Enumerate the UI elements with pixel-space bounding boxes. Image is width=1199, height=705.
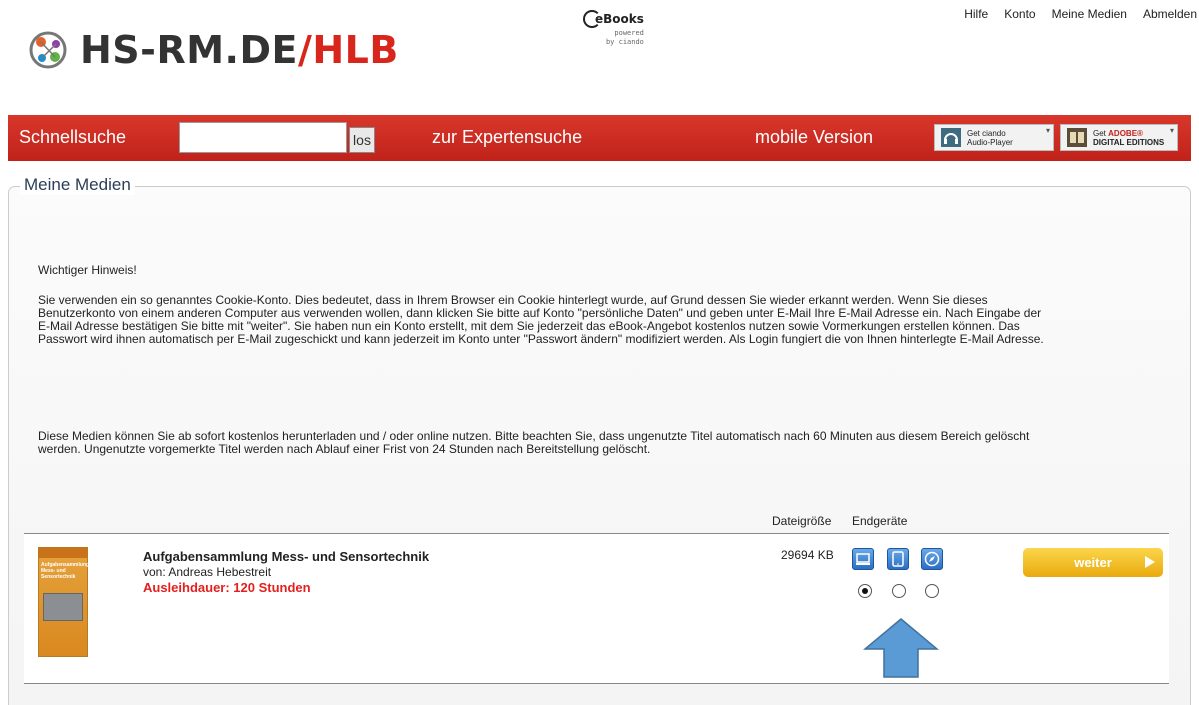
browser-icon [924, 551, 940, 567]
link-konto[interactable]: Konto [1004, 7, 1035, 21]
weiter-button[interactable]: weiter [1023, 548, 1163, 577]
cover-image [43, 593, 83, 621]
book-author: von: Andreas Hebestreit [143, 565, 272, 579]
tablet-icon [892, 551, 904, 567]
play-arrow-icon [1145, 556, 1155, 568]
computer-icon [856, 553, 870, 565]
expert-search-link[interactable]: zur Expertensuche [432, 127, 582, 148]
up-arrow-icon [863, 618, 939, 678]
panel-legend: Meine Medien [20, 175, 135, 195]
link-meine-medien[interactable]: Meine Medien [1052, 7, 1127, 21]
book-cover[interactable]: Aufgabensammlung Mess- und Sensortechnik [38, 547, 90, 657]
col-filesize-header: Dateigröße [772, 514, 832, 528]
badge-pin-icon: ▾ [1169, 126, 1174, 135]
network-logo-icon [29, 31, 67, 69]
file-size: 29694 KB [781, 548, 834, 562]
book-icon [1067, 128, 1087, 147]
logo-slash: / [297, 28, 313, 72]
audio-badge-text: Get ciando Audio-Player [967, 128, 1013, 147]
weiter-label: weiter [1074, 555, 1112, 570]
ebooks-logo: eBooks powered by ciando [583, 10, 644, 46]
cover-band [39, 548, 87, 558]
device-tablet-button[interactable] [887, 548, 909, 570]
book-title[interactable]: Aufgabensammlung Mess- und Sensortechnik [143, 549, 429, 564]
device-computer-radio[interactable] [858, 584, 872, 598]
adobe-badge-text: Get ADOBE® DIGITAL EDITIONS [1093, 128, 1165, 147]
badge-pin-icon: ▾ [1045, 126, 1050, 135]
search-button[interactable]: los [349, 127, 375, 153]
search-bar: Schnellsuche los zur Expertensuche mobil… [8, 115, 1191, 161]
audio-player-badge[interactable]: Get ciando Audio-Player ▾ [934, 124, 1054, 151]
logo-main: HS-RM.DE [80, 28, 298, 72]
cover-title: Aufgabensammlung Mess- und Sensortechnik [41, 562, 90, 580]
ebooks-by: by ciando [605, 38, 644, 46]
loan-duration: Ausleihdauer: 120 Stunden [143, 580, 311, 595]
col-devices-header: Endgeräte [852, 514, 908, 528]
mobile-version-link[interactable]: mobile Version [755, 127, 873, 148]
ebooks-powered: powered [614, 29, 644, 37]
link-hilfe[interactable]: Hilfe [964, 7, 988, 21]
site-logo[interactable]: HS-RM.DE/HLB [28, 28, 399, 72]
logo-text: HS-RM.DE/HLB [80, 28, 399, 72]
hinweis-title: Wichtiger Hinweis! [38, 263, 137, 277]
ebooks-brand: eBooks [583, 10, 644, 28]
device-tablet-radio[interactable] [892, 584, 906, 598]
device-browser-radio[interactable] [925, 584, 939, 598]
link-abmelden[interactable]: Abmelden [1143, 7, 1197, 21]
adobe-de-badge[interactable]: Get ADOBE® DIGITAL EDITIONS ▾ [1060, 124, 1178, 151]
top-links: Hilfe Konto Meine Medien Abmelden [964, 7, 1197, 21]
hinweis-body: Sie verwenden ein so genanntes Cookie-Ko… [38, 293, 1044, 346]
headphones-icon [941, 128, 961, 147]
logo-accent: HLB [312, 28, 399, 72]
quick-search-label: Schnellsuche [19, 127, 127, 147]
device-computer-button[interactable] [852, 548, 874, 570]
medien-info: Diese Medien können Sie ab sofort kosten… [38, 429, 1030, 456]
search-input[interactable] [179, 122, 347, 153]
device-browser-button[interactable] [921, 548, 943, 570]
